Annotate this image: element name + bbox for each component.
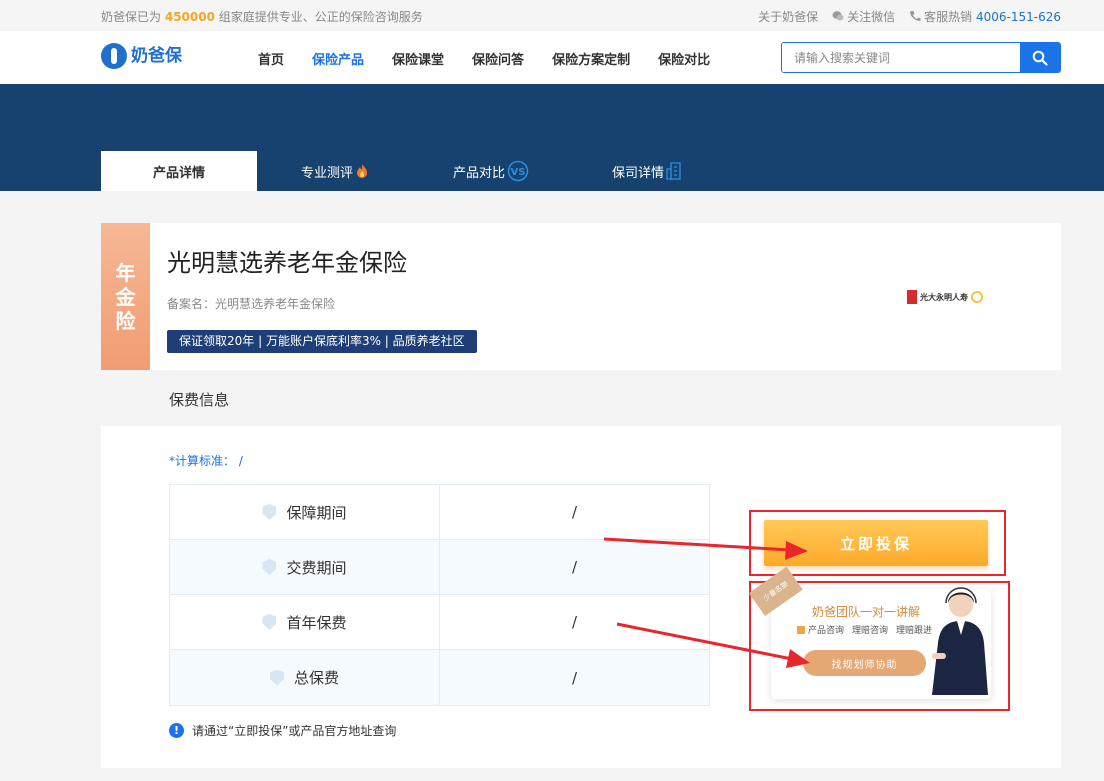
advisor-avatar [932, 587, 988, 695]
tab-label: 专业测评 [300, 165, 353, 181]
nav-compare[interactable]: 保险对比 [658, 49, 710, 68]
family-count: 450000 [164, 10, 215, 24]
calc-standard: *计算标准： / [169, 454, 243, 468]
shield-icon [269, 669, 284, 686]
help-item: 理赔跟进 [896, 623, 932, 636]
wechat-link[interactable]: 关注微信 [832, 8, 895, 25]
shield-icon [262, 504, 277, 520]
row-label: 首年保费 [286, 613, 347, 632]
nav-home[interactable]: 首页 [258, 49, 284, 68]
company-logo: 光大永明人寿 [907, 290, 983, 304]
product-card: 年 金 险 光明慧选养老年金保险 备案名：光明慧选养老年金保险 保证领取20年 … [101, 223, 1061, 370]
find-advisor-button[interactable]: 找规划师协助 [803, 650, 926, 676]
row-label: 交费期间 [286, 558, 347, 577]
category-ribbon: 年 金 险 [101, 223, 150, 370]
intro-suffix: 组家庭提供专业、公正的保险咨询服务 [218, 10, 423, 24]
nav-products[interactable]: 保险产品 [312, 49, 364, 68]
building-icon [666, 162, 681, 180]
wechat-icon [832, 11, 844, 21]
intro-prefix: 奶爸保已为 [101, 10, 162, 24]
hotline[interactable]: 客服热销 4006-151-626 [909, 8, 1061, 25]
help-item: 理赔咨询 [852, 623, 888, 636]
row-label: 保障期间 [286, 503, 347, 522]
table-row: 交费期间 / [170, 540, 709, 595]
help-item-label: 理赔咨询 [852, 626, 889, 636]
ribbon-char: 险 [115, 308, 136, 333]
product-record-name: 备案名：光明慧选养老年金保险 [167, 297, 336, 311]
query-note-text: 请通过“立即投保”或产品官方地址查询 [192, 724, 397, 738]
main-header: 奶爸保 首页 保险产品 保险课堂 保险问答 保险方案定制 保险对比 [0, 31, 1104, 84]
help-title: 奶爸团队一对一讲解 [812, 605, 921, 619]
search-icon [1032, 50, 1048, 66]
about-link[interactable]: 关于奶爸保 [758, 8, 818, 25]
product-title: 光明慧选养老年金保险 [167, 249, 407, 277]
table-row: 保障期间 / [170, 485, 709, 540]
main-nav: 首页 保险产品 保险课堂 保险问答 保险方案定制 保险对比 [258, 49, 710, 68]
top-bar: 奶爸保已为 450000 组家庭提供专业、公正的保险咨询服务 关于奶爸保 关注微… [0, 0, 1104, 31]
tab-product-detail[interactable]: 产品详情 [101, 151, 257, 191]
logo-text: 奶爸保 [131, 45, 182, 66]
search-box [781, 42, 1061, 73]
help-items: 产品咨询 理赔咨询 理赔跟进 [797, 623, 932, 636]
info-icon: ! [169, 723, 184, 738]
nav-classroom[interactable]: 保险课堂 [392, 49, 444, 68]
hotline-number: 4006-151-626 [975, 10, 1061, 24]
product-tabs: 产品详情 专业测评 产品对比 VS 保司详情 [101, 151, 725, 191]
site-logo[interactable]: 奶爸保 [101, 43, 182, 69]
fee-section-title: 保费信息 [169, 391, 230, 409]
company-logo-icon [907, 290, 917, 304]
row-value: / [571, 668, 578, 687]
vs-icon: VS [507, 160, 529, 182]
company-name: 光大永明人寿 [920, 292, 968, 302]
shield-icon [262, 559, 277, 575]
tab-label: 产品详情 [152, 165, 205, 181]
help-item: 产品咨询 [797, 623, 844, 636]
row-label: 总保费 [293, 669, 339, 687]
shield-icon [262, 614, 277, 630]
search-button[interactable] [1020, 43, 1060, 72]
svg-text:VS: VS [511, 167, 526, 178]
query-note: ! 请通过“立即投保”或产品官方地址查询 [169, 722, 396, 739]
check-icon [797, 626, 805, 634]
help-item-label: 产品咨询 [808, 626, 845, 636]
ribbon-char: 年 [115, 260, 136, 285]
service-intro: 奶爸保已为 450000 组家庭提供专业、公正的保险咨询服务 [101, 8, 423, 25]
row-value: / [571, 503, 578, 521]
tab-evaluation[interactable]: 专业测评 [257, 151, 413, 191]
tab-label: 产品对比 [452, 165, 505, 181]
help-item-label: 理赔跟进 [896, 626, 933, 636]
tab-compare[interactable]: 产品对比 VS [413, 151, 569, 191]
tab-label: 保司详情 [611, 165, 664, 181]
table-row: 总保费 / [170, 650, 709, 705]
product-banner: 产品详情 专业测评 产品对比 VS 保司详情 [0, 84, 1104, 191]
row-value: / [571, 613, 578, 631]
flame-icon [357, 164, 367, 178]
product-feature-tag: 保证领取20年 | 万能账户保底利率3% | 品质养老社区 [167, 330, 477, 353]
row-value: / [571, 558, 578, 576]
nav-qa[interactable]: 保险问答 [472, 49, 524, 68]
search-input[interactable] [782, 43, 1021, 72]
table-row: 首年保费 / [170, 595, 709, 650]
fee-table: 保障期间 / 交费期间 / 首年保费 / 总保费 / [169, 484, 710, 706]
logo-mark-icon [101, 43, 127, 69]
hotline-label: 客服热销 [924, 10, 973, 24]
phone-icon [910, 11, 921, 21]
wechat-label: 关注微信 [847, 10, 896, 24]
buy-now-button[interactable]: 立即投保 [764, 520, 988, 566]
tab-company-detail[interactable]: 保司详情 [569, 151, 725, 191]
company-ring-icon [971, 291, 983, 303]
fee-section-header: 保费信息 [101, 370, 1061, 426]
nav-custom-plan[interactable]: 保险方案定制 [552, 49, 630, 68]
ribbon-char: 金 [115, 284, 136, 309]
